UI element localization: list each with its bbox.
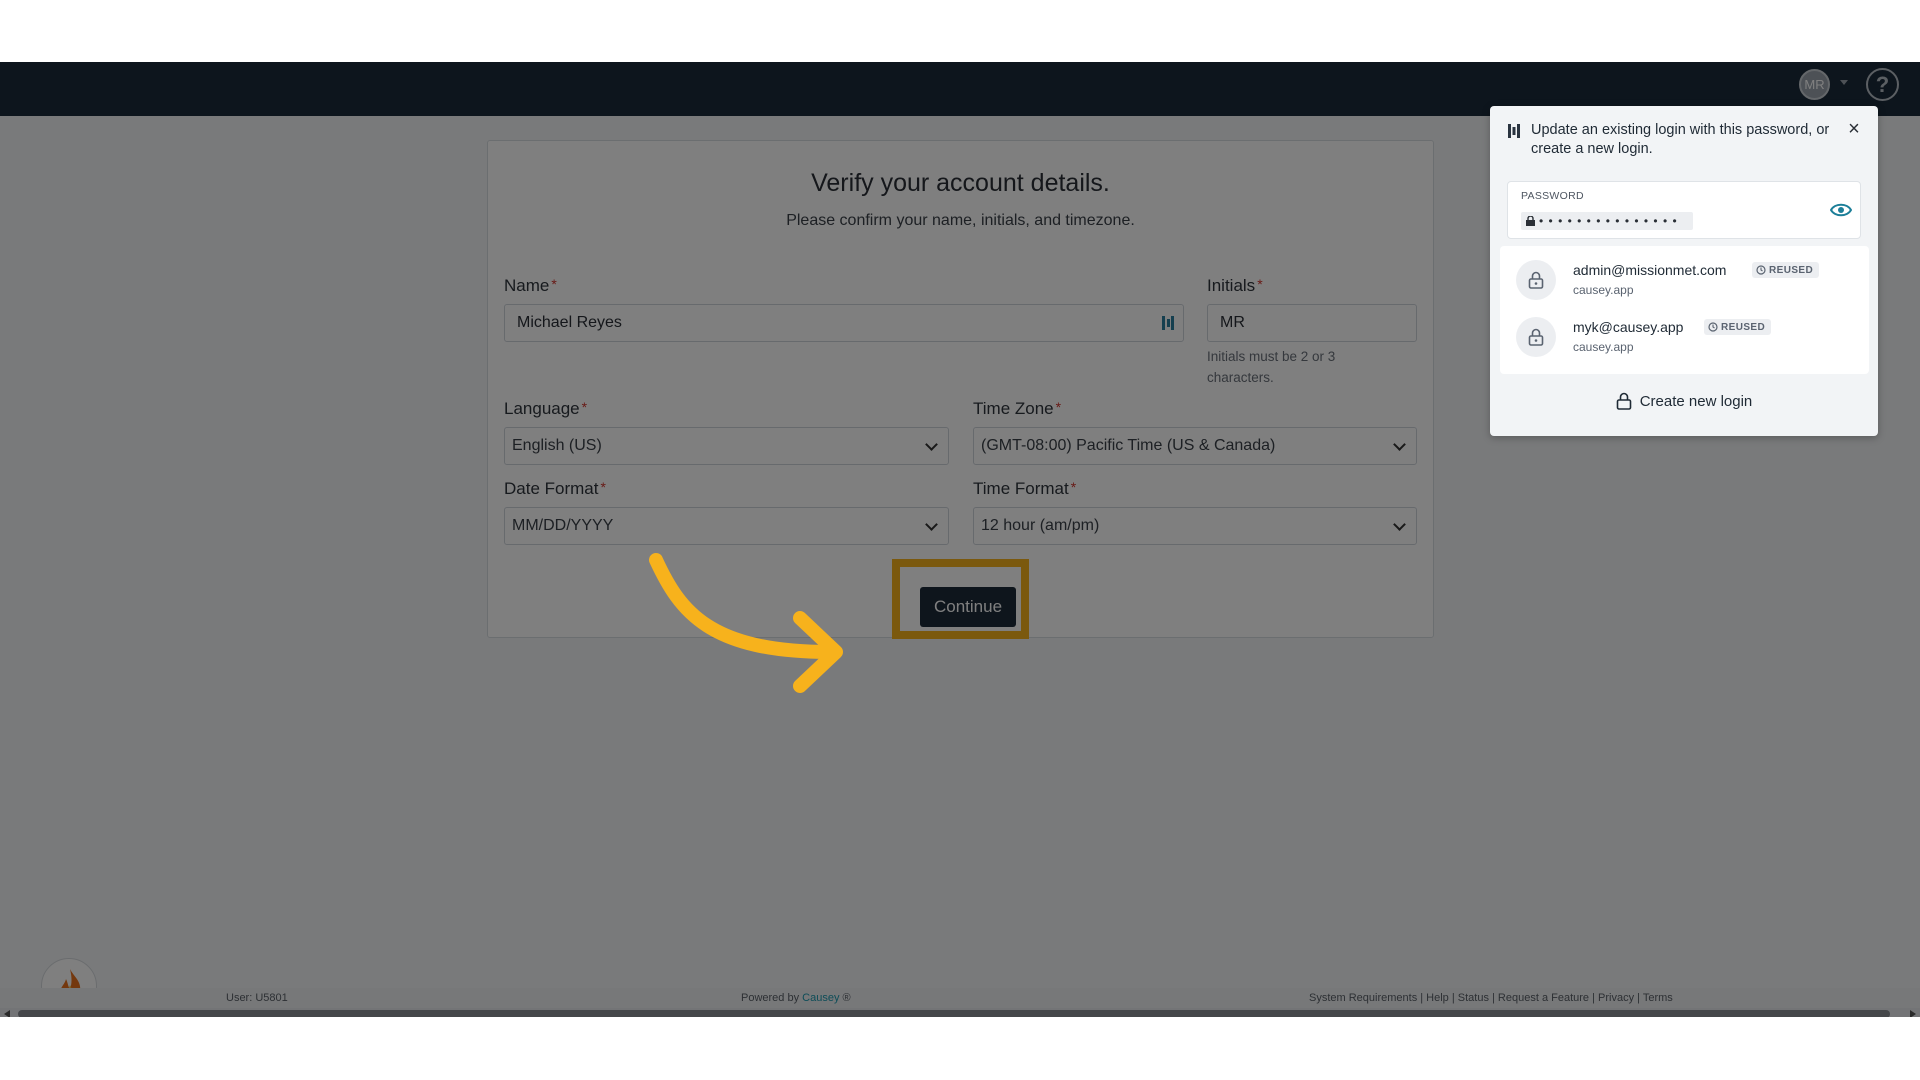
password-manager-title: Update an existing login with this passw… (1531, 122, 1830, 157)
lock-icon (1526, 216, 1535, 226)
create-new-login-button[interactable]: Create new login (1490, 386, 1878, 416)
close-icon[interactable]: × (1845, 119, 1863, 139)
create-new-login-label: Create new login (1639, 392, 1753, 410)
reused-badge: REUSED (1752, 262, 1820, 278)
login-item[interactable]: admin@missionmet.com REUSED causey.app (1500, 250, 1869, 306)
clock-icon (1756, 265, 1766, 275)
password-label: PASSWORD (1521, 190, 1584, 202)
clock-icon (1708, 322, 1718, 332)
login-email: admin@missionmet.com (1573, 262, 1727, 278)
password-field[interactable]: PASSWORD • • • • • • • • • • • • • • • (1507, 181, 1861, 239)
login-site: causey.app (1573, 283, 1634, 297)
existing-logins-list: admin@missionmet.com REUSED causey.app m… (1500, 246, 1869, 374)
password-mask: • • • • • • • • • • • • • • • (1539, 214, 1678, 228)
lock-icon (1516, 317, 1556, 357)
password-manager-logo-icon (1508, 124, 1520, 138)
eye-icon[interactable] (1830, 201, 1852, 219)
login-email: myk@causey.app (1573, 319, 1684, 335)
password-value: • • • • • • • • • • • • • • • (1521, 212, 1693, 230)
reused-badge: REUSED (1704, 319, 1772, 335)
tutorial-arrow-icon (649, 553, 843, 693)
password-manager-popup: Update an existing login with this passw… (1490, 106, 1878, 436)
lock-icon (1516, 260, 1556, 300)
login-site: causey.app (1573, 340, 1634, 354)
app-window: MR ? Verify your account details. Please… (0, 62, 1920, 1017)
reused-badge-text: REUSED (1721, 321, 1766, 333)
lock-icon (1616, 392, 1632, 410)
reused-badge-text: REUSED (1769, 264, 1814, 276)
lock-glyph (1528, 328, 1544, 346)
lock-glyph (1528, 271, 1544, 289)
login-item[interactable]: myk@causey.app REUSED causey.app (1500, 307, 1869, 363)
